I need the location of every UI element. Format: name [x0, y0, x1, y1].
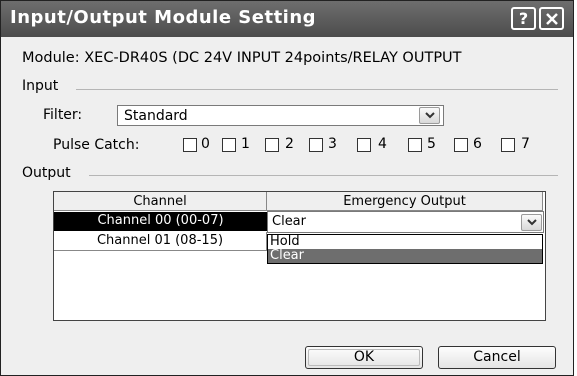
emergency-output-dropdown-list: Hold Clear — [267, 234, 543, 264]
ok-button[interactable]: OK — [305, 346, 423, 369]
ok-button-label: OK — [353, 349, 375, 365]
pulse-catch-label-3: 3 — [328, 136, 337, 152]
pulse-catch-label-6: 6 — [473, 136, 482, 152]
output-group-label: Output — [22, 165, 71, 181]
emergency-output-value: Clear — [272, 214, 306, 229]
chevron-down-icon — [527, 219, 537, 226]
module-label: Module: XEC-DR40S (DC 24V INPUT 24points… — [22, 50, 462, 66]
pulse-catch-checkbox-1[interactable] — [222, 138, 236, 152]
pulse-catch-label-1: 1 — [241, 136, 250, 152]
filter-select[interactable]: Standard — [117, 105, 444, 126]
output-group-divider — [89, 175, 558, 176]
filter-label: Filter: — [43, 107, 83, 123]
module-setting-dialog: Input/Output Module Setting ? Module: XE… — [0, 0, 574, 376]
table-row-channel-00[interactable]: Channel 00 (00-07) — [54, 212, 267, 231]
close-button[interactable] — [539, 7, 564, 30]
pulse-catch-label-2: 2 — [285, 136, 294, 152]
title-bar: Input/Output Module Setting ? — [1, 1, 573, 37]
table-row-channel-01[interactable]: Channel 01 (08-15) — [54, 232, 267, 251]
pulse-catch-checkbox-2[interactable] — [265, 138, 279, 152]
dropdown-option-hold[interactable]: Hold — [268, 235, 542, 249]
column-header-channel[interactable]: Channel — [54, 192, 267, 211]
pulse-catch-checkbox-0[interactable] — [183, 138, 197, 152]
emergency-dropdown-button[interactable] — [521, 214, 542, 231]
pulse-catch-label: Pulse Catch: — [53, 137, 140, 153]
pulse-catch-checkbox-6[interactable] — [454, 138, 468, 152]
pulse-catch-checkbox-3[interactable] — [309, 138, 323, 152]
pulse-catch-checkbox-5[interactable] — [408, 138, 422, 152]
window-title: Input/Output Module Setting — [10, 7, 317, 28]
filter-value: Standard — [124, 108, 188, 124]
pulse-catch-label-7: 7 — [521, 136, 530, 152]
close-icon — [545, 13, 558, 25]
input-group-label: Input — [22, 78, 59, 94]
help-button[interactable]: ? — [511, 7, 536, 30]
filter-dropdown-button[interactable] — [419, 107, 440, 124]
input-group-divider — [76, 89, 558, 90]
pulse-catch-checkbox-4[interactable] — [357, 138, 371, 152]
pulse-catch-label-4: 4 — [378, 136, 387, 152]
chevron-down-icon — [425, 112, 435, 119]
column-header-emergency-output[interactable]: Emergency Output — [267, 192, 543, 211]
emergency-output-select[interactable]: Clear — [267, 211, 544, 233]
cancel-button[interactable]: Cancel — [438, 346, 556, 369]
pulse-catch-label-0: 0 — [201, 136, 210, 152]
dropdown-option-clear[interactable]: Clear — [268, 249, 542, 263]
pulse-catch-checkbox-7[interactable] — [501, 138, 515, 152]
pulse-catch-label-5: 5 — [427, 136, 436, 152]
cancel-button-label: Cancel — [473, 349, 521, 365]
